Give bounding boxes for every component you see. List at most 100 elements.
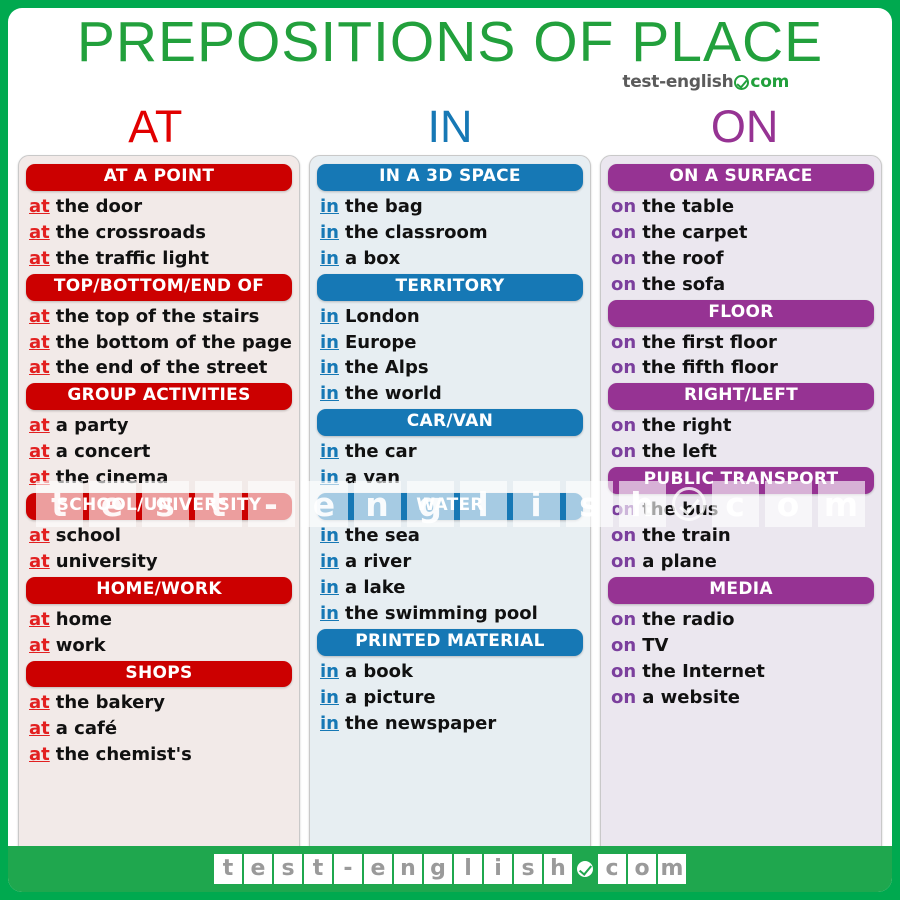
list-item: at the bakery xyxy=(26,690,292,716)
list-item-text: Europe xyxy=(344,331,417,353)
list-item-text: a box xyxy=(344,247,401,269)
list-item: in the car xyxy=(317,439,583,465)
list-item-text: the roof xyxy=(642,247,724,269)
preposition-label: on xyxy=(611,634,637,656)
list-item: on the sofa xyxy=(608,272,874,298)
list-item-text: a picture xyxy=(344,686,436,708)
category-header: GROUP ACTIVITIES xyxy=(26,383,292,411)
list-item-text: a book xyxy=(344,660,413,682)
list-item-text: a website xyxy=(642,686,741,708)
list-item: in the swimming pool xyxy=(317,601,583,627)
list-item-text: the car xyxy=(344,441,417,463)
list-item-text: TV xyxy=(642,634,669,656)
list-item-text: the bag xyxy=(344,195,423,217)
preposition-label: in xyxy=(320,660,339,682)
footer-letter: t xyxy=(214,854,242,884)
footer-letter: e xyxy=(364,854,392,884)
list-item: at the traffic light xyxy=(26,246,292,272)
list-item: on the right xyxy=(608,413,874,439)
preposition-label: in xyxy=(320,221,339,243)
preposition-label: on xyxy=(611,331,637,353)
preposition-label: in xyxy=(320,331,339,353)
column-titles: AT IN ON xyxy=(8,103,892,155)
list-item-text: the door xyxy=(55,195,143,217)
preposition-label: on xyxy=(611,273,637,295)
list-item-text: a lake xyxy=(344,576,406,598)
list-item: in the Alps xyxy=(317,355,583,381)
preposition-label: at xyxy=(29,357,50,379)
list-item-text: the sea xyxy=(344,524,420,546)
column-title-on: ON xyxy=(710,101,779,152)
preposition-label: at xyxy=(29,247,50,269)
footer-letter: s xyxy=(514,854,542,884)
footer-letter: m xyxy=(658,854,686,884)
poster-frame: PREPOSITIONS OF PLACE test-english com A… xyxy=(0,0,900,900)
columns-container: AT A POINT at the door at the crossroads at th… xyxy=(8,155,892,864)
list-item-text: the carpet xyxy=(642,221,748,243)
list-item-text: the end of the street xyxy=(55,357,268,379)
category-header: SHOPS xyxy=(26,660,292,688)
preposition-label: at xyxy=(29,415,50,437)
list-item: in London xyxy=(317,304,583,330)
list-item-text: the first floor xyxy=(642,331,777,353)
preposition-label: in xyxy=(320,576,339,598)
preposition-label: on xyxy=(611,660,637,682)
list-item: in Europe xyxy=(317,330,583,356)
list-item-text: a café xyxy=(55,718,118,740)
list-item-text: the Alps xyxy=(344,357,429,379)
category-header: ON A SURFACE xyxy=(608,164,874,191)
column-title-at: AT xyxy=(128,101,183,152)
list-item: on the fifth floor xyxy=(608,355,874,381)
preposition-label: at xyxy=(29,195,50,217)
footer-letter: c xyxy=(598,854,626,884)
list-item-text: the table xyxy=(642,195,735,217)
brand-tld: com xyxy=(750,72,789,92)
category-header: MEDIA xyxy=(608,576,874,604)
list-item-text: the top of the stairs xyxy=(55,305,260,327)
footer-letter: l xyxy=(454,854,482,884)
list-item: in a box xyxy=(317,246,583,272)
list-item-text: the classroom xyxy=(344,221,488,243)
list-item-text: the swimming pool xyxy=(344,602,538,624)
list-item-text: a plane xyxy=(642,550,717,572)
category-header: PUBLIC TRANSPORT xyxy=(608,467,874,494)
list-item-text: the sofa xyxy=(642,273,726,295)
list-item-text: the chemist's xyxy=(55,744,192,766)
list-item-text: the crossroads xyxy=(55,221,206,243)
preposition-label: at xyxy=(29,608,50,630)
preposition-label: at xyxy=(29,524,50,546)
category-header: RIGHT/LEFT xyxy=(608,383,874,411)
list-item: in the world xyxy=(317,381,583,407)
preposition-label: in xyxy=(320,686,339,708)
preposition-label: in xyxy=(320,712,339,734)
preposition-label: at xyxy=(29,744,50,766)
preposition-label: in xyxy=(320,602,339,624)
list-item: on TV xyxy=(608,633,874,659)
list-item-text: the bus xyxy=(642,499,719,520)
category-header: WATER xyxy=(317,493,583,520)
footer-letter: e xyxy=(244,854,272,884)
poster-header: PREPOSITIONS OF PLACE test-english com xyxy=(8,8,892,103)
list-item: in the bag xyxy=(317,194,583,220)
list-item-text: the Internet xyxy=(642,660,765,682)
footer-letter: t xyxy=(304,854,332,884)
list-item-text: work xyxy=(55,634,106,656)
preposition-label: at xyxy=(29,692,50,714)
preposition-label: in xyxy=(320,195,339,217)
list-item: on the roof xyxy=(608,246,874,272)
list-item-text: the cinema xyxy=(55,467,169,489)
preposition-label: in xyxy=(320,247,339,269)
list-item: in a lake xyxy=(317,575,583,601)
preposition-label: on xyxy=(611,221,637,243)
preposition-label: at xyxy=(29,467,50,489)
footer-brand-logo: test-englishcom xyxy=(214,854,686,884)
list-item: at the chemist's xyxy=(26,742,292,768)
category-header: SCHOOL/UNIVERSITY xyxy=(26,493,292,520)
preposition-label: in xyxy=(320,357,339,379)
footer-letter: s xyxy=(274,854,302,884)
list-item: in the newspaper xyxy=(317,711,583,737)
preposition-label: at xyxy=(29,305,50,327)
column-in: IN A 3D SPACE in the bag in the classroom in a… xyxy=(309,155,591,856)
list-item: at a concert xyxy=(26,439,292,465)
footer-letter: o xyxy=(628,854,656,884)
